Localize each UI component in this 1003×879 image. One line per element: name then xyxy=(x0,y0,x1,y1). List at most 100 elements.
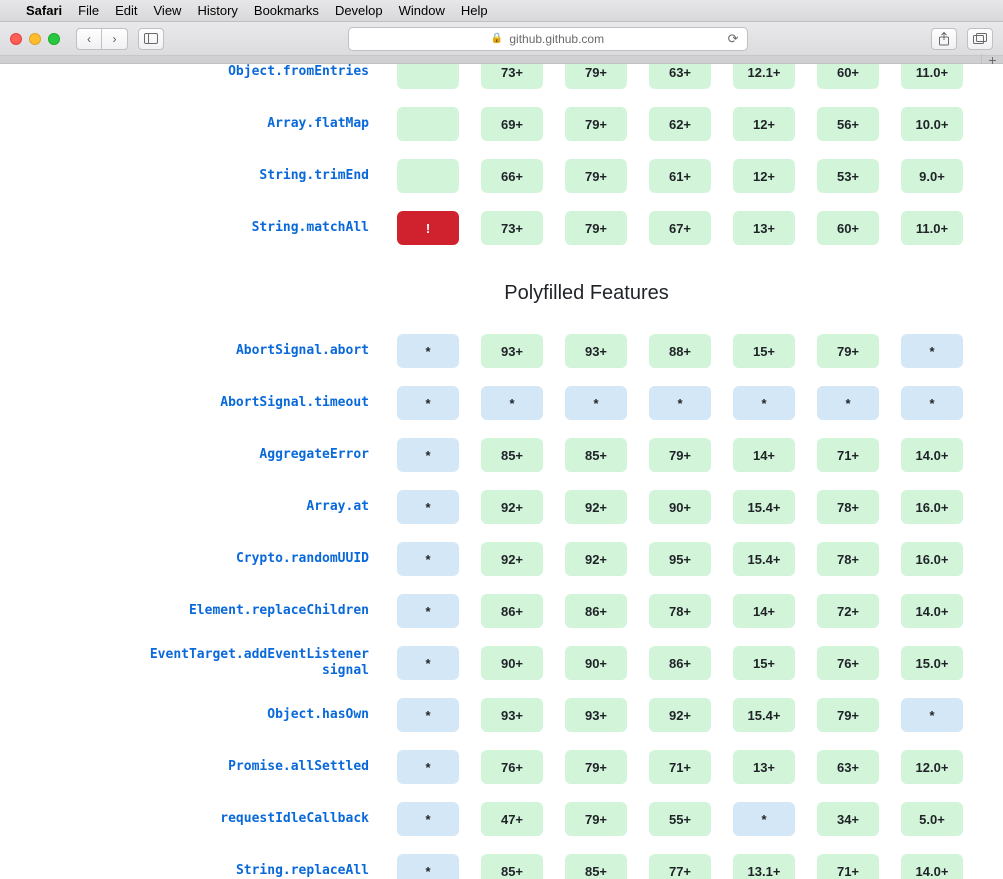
back-button[interactable]: ‹ xyxy=(76,28,102,50)
feature-link[interactable]: String.matchAll xyxy=(115,220,375,236)
zoom-window-icon[interactable] xyxy=(48,33,60,45)
support-cell: 79+ xyxy=(565,802,627,836)
support-cell: 79+ xyxy=(565,107,627,141)
support-cell: 5.0+ xyxy=(901,802,963,836)
support-cell: 12.0+ xyxy=(901,750,963,784)
menu-window[interactable]: Window xyxy=(399,3,445,18)
support-cell: * xyxy=(397,646,459,680)
sidebar-button[interactable] xyxy=(138,28,164,50)
url-text: github.github.com xyxy=(509,32,604,46)
url-bar[interactable]: 🔒 github.github.com ⟳ xyxy=(348,27,748,51)
support-cell: 60+ xyxy=(817,211,879,245)
support-cell: 79+ xyxy=(565,211,627,245)
menu-develop[interactable]: Develop xyxy=(335,3,383,18)
feature-link[interactable]: Promise.allSettled xyxy=(115,759,375,775)
feature-link[interactable]: requestIdleCallback xyxy=(115,811,375,827)
forward-button[interactable]: › xyxy=(102,28,128,50)
close-window-icon[interactable] xyxy=(10,33,22,45)
support-cell: * xyxy=(817,386,879,420)
support-cell: 13+ xyxy=(733,750,795,784)
support-cells: *86+86+78+14+72+14.0+ xyxy=(397,594,963,628)
menu-edit[interactable]: Edit xyxy=(115,3,137,18)
feature-link[interactable]: Crypto.randomUUID xyxy=(115,551,375,567)
support-cell: 95+ xyxy=(649,542,711,576)
menu-view[interactable]: View xyxy=(154,3,182,18)
support-cell: ! xyxy=(397,211,459,245)
support-cell: 92+ xyxy=(481,490,543,524)
feature-link[interactable]: Array.at xyxy=(115,499,375,515)
page-content: Object.fromEntries 73+79+63+12.1+60+11.0+… xyxy=(0,64,1003,879)
page-viewport[interactable]: Object.fromEntries 73+79+63+12.1+60+11.0+… xyxy=(0,64,1003,879)
tab-strip: + xyxy=(0,56,1003,64)
menu-bookmarks[interactable]: Bookmarks xyxy=(254,3,319,18)
feature-link[interactable]: Object.fromEntries xyxy=(115,64,375,80)
support-cells: ******* xyxy=(397,386,963,420)
menu-history[interactable]: History xyxy=(197,3,237,18)
support-cell: 12+ xyxy=(733,159,795,193)
support-cell: 71+ xyxy=(817,438,879,472)
safari-toolbar: ‹ › 🔒 github.github.com ⟳ xyxy=(0,22,1003,56)
table-row: Object.fromEntries 73+79+63+12.1+60+11.0+ xyxy=(40,64,963,98)
support-cell: 79+ xyxy=(565,159,627,193)
mac-menubar: Safari File Edit View History Bookmarks … xyxy=(0,0,1003,22)
support-cell: * xyxy=(397,750,459,784)
tabs-button[interactable] xyxy=(967,28,993,50)
menu-file[interactable]: File xyxy=(78,3,99,18)
table-row: Array.at*92+92+90+15.4+78+16.0+ xyxy=(40,481,963,533)
support-cell: 15+ xyxy=(733,646,795,680)
support-cell: 9.0+ xyxy=(901,159,963,193)
support-cells: *76+79+71+13+63+12.0+ xyxy=(397,750,963,784)
support-cell: 12+ xyxy=(733,107,795,141)
support-cell: 13+ xyxy=(733,211,795,245)
support-cell: 60+ xyxy=(817,64,879,89)
support-cell: 10.0+ xyxy=(901,107,963,141)
support-cell: 34+ xyxy=(817,802,879,836)
support-cell: 93+ xyxy=(481,698,543,732)
support-cell: 72+ xyxy=(817,594,879,628)
feature-link[interactable]: EventTarget.addEventListener signal xyxy=(115,647,375,680)
support-cells: *47+79+55+*34+5.0+ xyxy=(397,802,963,836)
feature-link[interactable]: AbortSignal.abort xyxy=(115,343,375,359)
minimize-window-icon[interactable] xyxy=(29,33,41,45)
feature-link[interactable]: Array.flatMap xyxy=(115,116,375,132)
table-row: requestIdleCallback*47+79+55+*34+5.0+ xyxy=(40,793,963,845)
support-cell: 14+ xyxy=(733,594,795,628)
table-row: Array.flatMap69+79+62+12+56+10.0+ xyxy=(40,98,963,150)
support-cell: 73+ xyxy=(481,211,543,245)
share-button[interactable] xyxy=(931,28,957,50)
table-row: Promise.allSettled *76+79+71+13+63+12.0+ xyxy=(40,741,963,793)
support-cell: 15+ xyxy=(733,334,795,368)
support-cell: * xyxy=(733,802,795,836)
section-title-polyfilled: Polyfilled Features xyxy=(210,254,963,325)
support-cell: 86+ xyxy=(481,594,543,628)
table-row: AbortSignal.timeout******* xyxy=(40,377,963,429)
support-cells: 69+79+62+12+56+10.0+ xyxy=(397,107,963,141)
support-cell: 13.1+ xyxy=(733,854,795,879)
reload-icon[interactable]: ⟳ xyxy=(728,31,739,47)
feature-link[interactable]: String.trimEnd xyxy=(115,168,375,184)
feature-link[interactable]: Element.replaceChildren xyxy=(115,603,375,619)
support-cell: 85+ xyxy=(565,438,627,472)
support-cell: * xyxy=(565,386,627,420)
support-cell: 62+ xyxy=(649,107,711,141)
support-cell: 92+ xyxy=(481,542,543,576)
feature-link[interactable]: AbortSignal.timeout xyxy=(115,395,375,411)
support-cell: 73+ xyxy=(481,64,543,89)
support-cells: *85+85+79+14+71+14.0+ xyxy=(397,438,963,472)
support-cell: * xyxy=(397,334,459,368)
support-cell: 79+ xyxy=(817,698,879,732)
support-cells: 73+79+63+12.1+60+11.0+ xyxy=(397,64,963,89)
feature-link[interactable]: String.replaceAll xyxy=(115,863,375,879)
menu-help[interactable]: Help xyxy=(461,3,488,18)
support-cell: 85+ xyxy=(481,438,543,472)
feature-link[interactable]: AggregateError xyxy=(115,447,375,463)
app-name[interactable]: Safari xyxy=(26,3,62,18)
feature-link[interactable]: Object.hasOwn xyxy=(115,707,375,723)
support-cell: 88+ xyxy=(649,334,711,368)
support-cell: 85+ xyxy=(481,854,543,879)
support-cell: 92+ xyxy=(565,490,627,524)
support-cell: 90+ xyxy=(649,490,711,524)
support-cell: * xyxy=(397,542,459,576)
support-cell: * xyxy=(901,386,963,420)
support-cell: 92+ xyxy=(649,698,711,732)
